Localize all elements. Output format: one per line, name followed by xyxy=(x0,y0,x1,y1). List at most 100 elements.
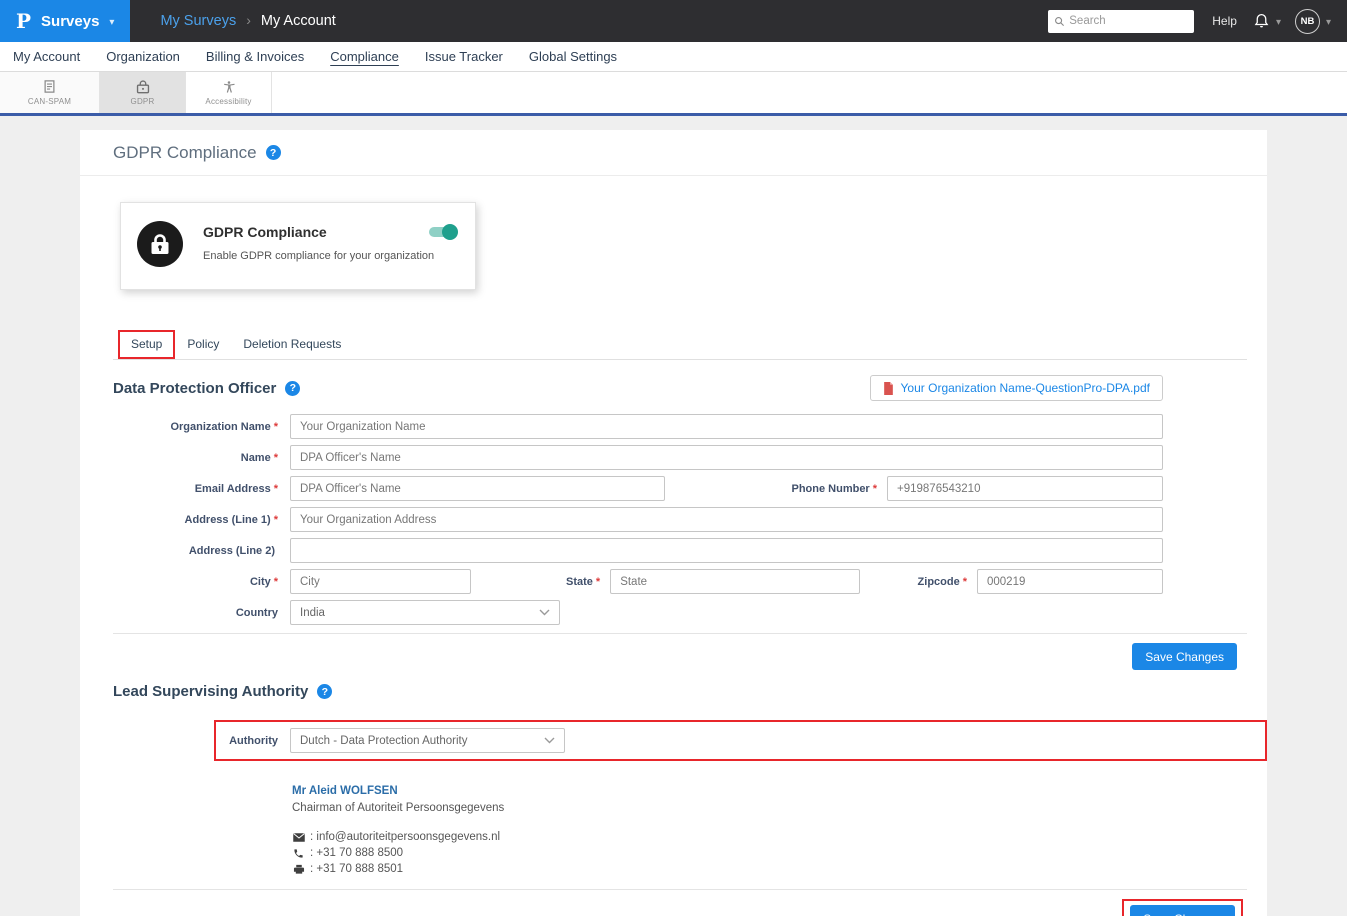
envelope-icon xyxy=(292,833,305,842)
annotation-authority: Authority Dutch - Data Protection Author… xyxy=(214,720,1267,761)
gdpr-card-subtitle: Enable GDPR compliance for your organiza… xyxy=(203,250,434,262)
dpo-form: Organization Name* Name* Email Address* … xyxy=(80,414,1267,625)
tab-label: Accessibility xyxy=(205,97,251,106)
chevron-down-icon[interactable] xyxy=(1326,12,1331,30)
phone-icon xyxy=(292,848,305,859)
breadcrumb-my-surveys[interactable]: My Surveys xyxy=(160,13,236,29)
product-name: Surveys xyxy=(41,13,99,30)
nav-billing-invoices[interactable]: Billing & Invoices xyxy=(193,49,317,64)
surveys-app-menu[interactable]: P Surveys xyxy=(0,0,130,42)
authority-select-value: Dutch - Data Protection Authority xyxy=(300,735,467,747)
annotation-save-changes: Save Changes xyxy=(1122,899,1243,916)
phone-number-label: Phone Number* xyxy=(791,483,887,495)
avatar[interactable]: NB xyxy=(1295,9,1320,34)
organization-name-input[interactable] xyxy=(290,414,1163,439)
address-line1-input[interactable] xyxy=(290,507,1163,532)
chevron-down-icon[interactable] xyxy=(1276,12,1281,30)
search-box[interactable] xyxy=(1048,10,1194,33)
tab-label: GDPR xyxy=(131,97,155,106)
authority-contact-role: Chairman of Autoriteit Persoonsgegevens xyxy=(292,802,1267,814)
setup-tabs: Setup Policy Deletion Requests xyxy=(113,330,1247,360)
help-icon[interactable] xyxy=(317,684,332,699)
city-label: City* xyxy=(113,576,290,588)
dpo-save-changes-button[interactable]: Save Changes xyxy=(1132,643,1237,670)
organization-name-label: Organization Name* xyxy=(113,421,290,433)
nav-global-settings[interactable]: Global Settings xyxy=(516,49,630,64)
dpo-section-head: Data Protection Officer Your Organizatio… xyxy=(80,375,1267,401)
annotation-setup-tab: Setup xyxy=(118,330,175,359)
tab-setup[interactable]: Setup xyxy=(120,332,173,357)
lsa-heading: Lead Supervising Authority xyxy=(113,683,308,700)
lock-icon xyxy=(137,221,183,267)
search-input[interactable] xyxy=(1069,15,1188,27)
gdpr-lock-icon xyxy=(136,79,150,94)
search-icon xyxy=(1054,16,1065,27)
tab-can-spam[interactable]: CAN-SPAM xyxy=(0,72,100,113)
gdpr-card-title: GDPR Compliance xyxy=(203,224,434,240)
address-line2-label: Address (Line 2) xyxy=(113,545,290,557)
chevron-down-icon xyxy=(539,609,550,616)
email-address-input[interactable] xyxy=(290,476,665,501)
authority-row: Authority Dutch - Data Protection Author… xyxy=(113,720,1267,761)
account-settings-nav: My Account Organization Billing & Invoic… xyxy=(0,42,1347,72)
zipcode-input[interactable] xyxy=(977,569,1163,594)
help-link[interactable]: Help xyxy=(1212,14,1237,28)
state-label: State* xyxy=(566,576,610,588)
zipcode-label: Zipcode* xyxy=(918,576,977,588)
tab-label: CAN-SPAM xyxy=(28,97,71,106)
fax-icon xyxy=(292,864,305,875)
gdpr-enable-toggle[interactable] xyxy=(429,227,455,237)
main-content: GDPR Compliance GDPR Compliance Enable G… xyxy=(0,116,1347,916)
dpo-name-input[interactable] xyxy=(290,445,1163,470)
authority-label: Authority xyxy=(216,735,290,747)
help-icon[interactable] xyxy=(266,145,281,160)
topbar: P Surveys My Surveys My Account Help NB xyxy=(0,0,1347,42)
address-line1-label: Address (Line 1)* xyxy=(113,514,290,526)
authority-contact-email: : info@autoriteitpersoonsgegevens.nl xyxy=(292,831,1267,843)
lsa-save-changes-button[interactable]: Save Changes xyxy=(1130,905,1235,916)
authority-select[interactable]: Dutch - Data Protection Authority xyxy=(290,728,565,753)
chevron-down-icon xyxy=(544,737,555,744)
tab-gdpr[interactable]: GDPR xyxy=(100,72,186,113)
authority-contact-name: Mr Aleid WOLFSEN xyxy=(292,785,1267,797)
authority-contact-phone: : +31 70 888 8500 xyxy=(292,847,1267,859)
country-select[interactable]: India xyxy=(290,600,560,625)
toggle-knob xyxy=(442,224,458,240)
section-divider xyxy=(113,633,1247,634)
nav-issue-tracker[interactable]: Issue Tracker xyxy=(412,49,516,64)
authority-fax-text: : +31 70 888 8501 xyxy=(310,863,403,875)
nav-compliance[interactable]: Compliance xyxy=(317,49,412,64)
questionpro-logo: P xyxy=(16,9,31,33)
dpo-heading: Data Protection Officer xyxy=(113,380,276,397)
page-title: GDPR Compliance xyxy=(113,143,257,163)
tab-policy[interactable]: Policy xyxy=(175,331,231,359)
dpo-name-label: Name* xyxy=(113,452,290,464)
nav-my-account[interactable]: My Account xyxy=(0,49,93,64)
can-spam-doc-icon xyxy=(42,79,57,94)
dpa-pdf-button[interactable]: Your Organization Name-QuestionPro-DPA.p… xyxy=(870,375,1163,401)
topbar-actions: Help NB xyxy=(1048,9,1347,34)
phone-number-input[interactable] xyxy=(887,476,1163,501)
nav-organization[interactable]: Organization xyxy=(93,49,193,64)
gdpr-compliance-panel: GDPR Compliance GDPR Compliance Enable G… xyxy=(80,130,1267,916)
authority-email-text: : info@autoriteitpersoonsgegevens.nl xyxy=(310,831,500,843)
breadcrumb-separator-icon xyxy=(246,12,251,30)
page-title-row: GDPR Compliance xyxy=(80,130,1267,176)
state-input[interactable] xyxy=(610,569,860,594)
address-line2-input[interactable] xyxy=(290,538,1163,563)
chevron-down-icon xyxy=(109,12,114,30)
tab-accessibility[interactable]: Accessibility xyxy=(186,72,272,113)
country-label: Country xyxy=(113,607,290,619)
bottom-divider xyxy=(113,889,1247,890)
dpa-pdf-label: Your Organization Name-QuestionPro-DPA.p… xyxy=(901,381,1150,395)
notifications-bell-icon[interactable] xyxy=(1253,12,1270,30)
lsa-section-head: Lead Supervising Authority xyxy=(80,683,1267,700)
authority-phone-text: : +31 70 888 8500 xyxy=(310,847,403,859)
gdpr-card-text: GDPR Compliance Enable GDPR compliance f… xyxy=(203,221,434,267)
breadcrumb-my-account: My Account xyxy=(261,13,336,29)
authority-contact-card: Mr Aleid WOLFSEN Chairman of Autoriteit … xyxy=(80,785,1267,875)
email-address-label: Email Address* xyxy=(113,483,290,495)
help-icon[interactable] xyxy=(285,381,300,396)
city-input[interactable] xyxy=(290,569,471,594)
tab-deletion-requests[interactable]: Deletion Requests xyxy=(231,331,353,359)
